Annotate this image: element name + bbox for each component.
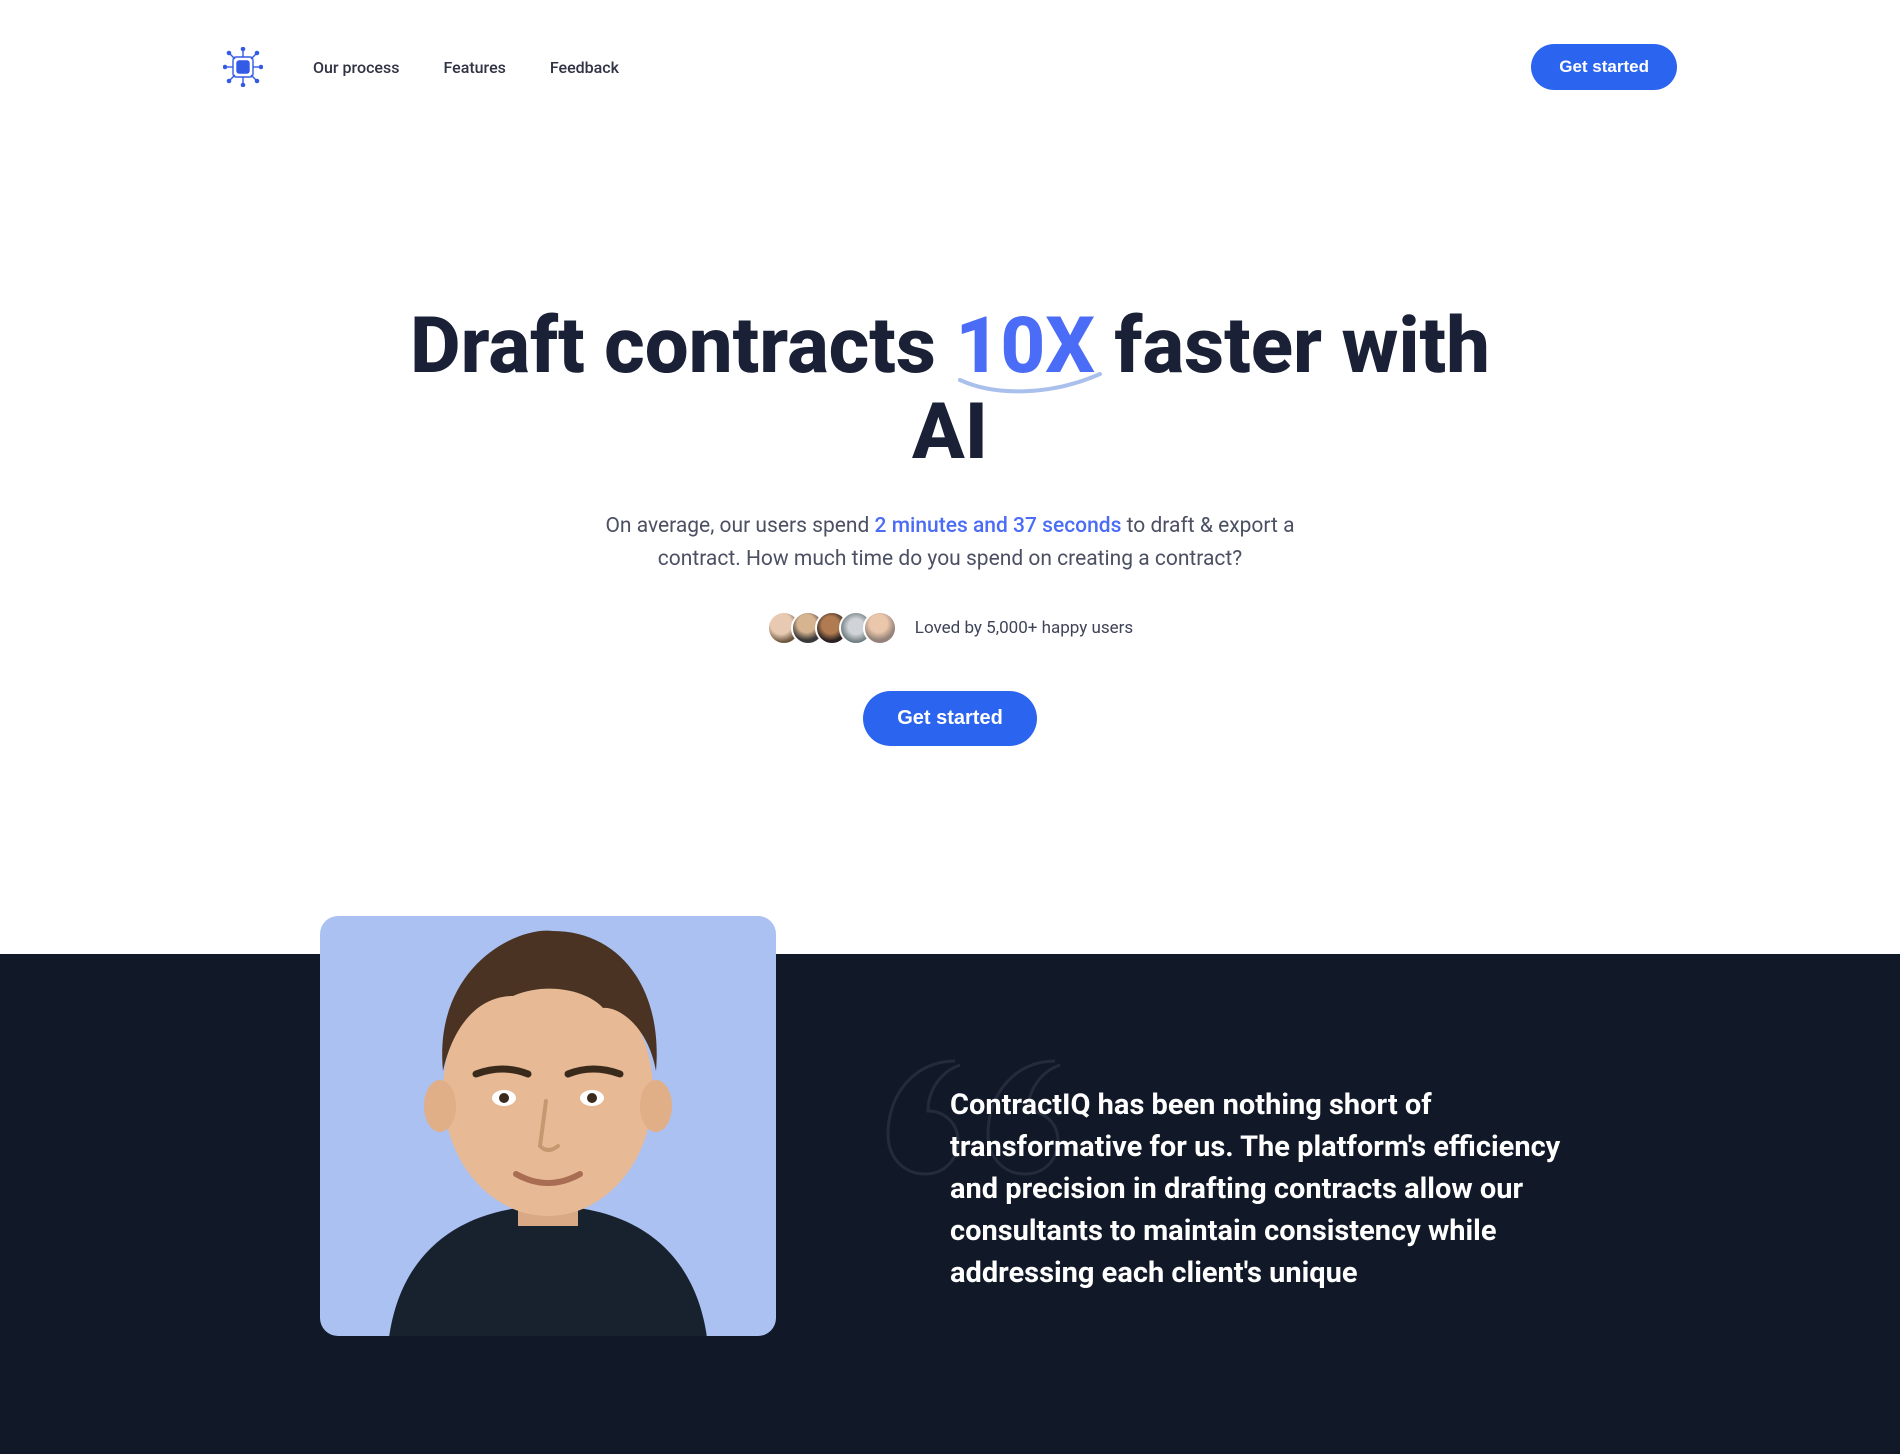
hero-sub-highlight: 2 minutes and 37 seconds [875,514,1122,538]
hero-section: Draft contracts 10X faster with AI On av… [0,134,1900,916]
underline-swoosh-icon [955,368,1105,408]
navbar: Our process Features Feedback Get starte… [0,0,1900,134]
hero-subtitle: On average, our users spend 2 minutes an… [570,510,1330,577]
testimonial-section: ContractIQ has been nothing short of tra… [0,954,1900,1454]
nav-link-feedback[interactable]: Feedback [550,58,619,77]
avatar [863,611,897,645]
hero-title: Draft contracts 10X faster with AI [400,304,1500,476]
testimonial-content: ContractIQ has been nothing short of tra… [320,954,1580,1294]
logo[interactable] [223,47,263,87]
testimonial-quote: ContractIQ has been nothing short of tra… [950,1084,1580,1294]
hero-sub-pre: On average, our users spend [605,514,874,538]
hero-title-highlight: 10X [955,304,1095,390]
nav-link-features[interactable]: Features [443,58,505,77]
chip-icon [223,47,263,87]
hero-title-pre: Draft contracts [410,301,955,392]
hero-cta-button[interactable]: Get started [863,691,1037,746]
nav-links: Our process Features Feedback [313,58,619,77]
social-proof-text: Loved by 5,000+ happy users [915,618,1133,638]
social-proof: Loved by 5,000+ happy users [0,611,1900,645]
avatar-stack [767,611,897,645]
nav-link-process[interactable]: Our process [313,58,399,77]
nav-cta-button[interactable]: Get started [1531,44,1677,90]
